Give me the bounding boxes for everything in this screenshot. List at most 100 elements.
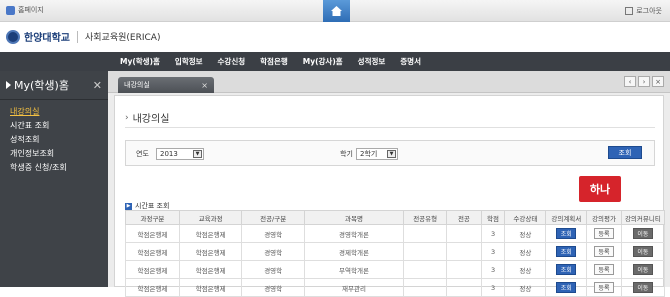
logout-label: 로그아웃: [636, 7, 662, 15]
sidebar-item-timetable[interactable]: 시간표 조회: [10, 119, 98, 133]
tab-close-icon[interactable]: ×: [201, 81, 208, 90]
chevron-down-icon: ▼: [193, 150, 202, 158]
tab-my-classroom[interactable]: 내강의실 ×: [118, 77, 214, 93]
table-row: 학점은행제 학점은행제 경영학 경영학개론 3 정상 조회 등록 이동: [125, 224, 666, 243]
cell-credit: 3: [480, 224, 506, 243]
cell-process: 학점은행제: [125, 242, 180, 261]
close-icon[interactable]: ✕: [93, 79, 102, 92]
evaluation-register-button[interactable]: 등록: [594, 228, 615, 239]
top-bar: 홈페이지 로그아웃: [0, 0, 670, 22]
tab-bar: 내강의실 × ‹ › ×: [108, 71, 670, 93]
term-select[interactable]: 2학기 ▼: [356, 148, 398, 160]
cell-major-type: [403, 278, 448, 297]
cell-major-type: [403, 260, 448, 279]
cell-evaluation: 등록: [586, 242, 622, 261]
community-go-button[interactable]: 이동: [632, 282, 653, 293]
nav-item-grades[interactable]: 성적정보: [358, 56, 386, 67]
nav-item-registration[interactable]: 수강신청: [218, 56, 246, 67]
sidebar-title: My(학생)홈: [6, 77, 69, 93]
cell-community: 이동: [620, 224, 666, 243]
cell-subject: 경영학개론: [303, 224, 405, 243]
community-go-button[interactable]: 이동: [632, 264, 653, 275]
logo-divider: [77, 30, 78, 43]
evaluation-register-button[interactable]: 등록: [594, 282, 615, 293]
cell-syllabus: 조회: [545, 224, 588, 243]
chevron-right-icon: ›: [125, 112, 129, 123]
header: 한양대학교 사회교육원(ERICA): [0, 22, 670, 52]
cell-evaluation: 등록: [586, 278, 622, 297]
cell-syllabus: 조회: [545, 260, 588, 279]
cell-status: 정상: [504, 278, 547, 297]
cell-course: 학점은행제: [178, 242, 243, 261]
syllabus-view-button[interactable]: 조회: [556, 246, 577, 257]
col-syllabus: 강의계획서: [545, 210, 588, 225]
cell-major: 경영학: [241, 278, 305, 297]
sidebar-item-personal-info[interactable]: 개인정보조회: [10, 147, 98, 161]
cell-syllabus: 조회: [545, 242, 588, 261]
tab-navigation: ‹ › ×: [624, 76, 664, 87]
logout-icon: [625, 7, 634, 15]
site-link[interactable]: 홈페이지: [6, 5, 44, 15]
col-subject: 과목명: [303, 210, 405, 225]
cell-status: 정상: [504, 260, 547, 279]
cell-credit: 3: [480, 260, 506, 279]
community-go-button[interactable]: 이동: [632, 228, 653, 239]
cell-course: 학점은행제: [178, 278, 243, 297]
tab-close-all-icon[interactable]: ×: [652, 76, 664, 87]
cell-evaluation: 등록: [586, 260, 622, 279]
cell-process: 학점은행제: [125, 278, 180, 297]
evaluation-register-button[interactable]: 등록: [594, 264, 615, 275]
main-area: 내강의실 × ‹ › × › 내강의실 연도 2013 ▼ 학기 2학기 ▼ 조…: [108, 71, 670, 297]
tab-label: 내강의실: [124, 81, 150, 89]
logout-link[interactable]: 로그아웃: [625, 6, 662, 16]
cell-major-type: [403, 224, 448, 243]
tab-next-icon[interactable]: ›: [638, 76, 650, 87]
site-icon: [6, 5, 15, 15]
col-major-field: 전공: [446, 210, 482, 225]
cell-course: 학점은행제: [178, 260, 243, 279]
cell-major: 경영학: [241, 224, 305, 243]
sidebar-item-student-card[interactable]: 학생증 신청/조회: [10, 161, 98, 175]
syllabus-view-button[interactable]: 조회: [556, 264, 577, 275]
site-label: 홈페이지: [18, 6, 44, 14]
sidebar-title-text: My(학생)홈: [14, 79, 69, 92]
title-divider: [125, 127, 655, 128]
nav-item-credit-bank[interactable]: 학점은행: [260, 56, 288, 67]
search-panel: 연도 2013 ▼ 학기 2학기 ▼ 조회: [125, 140, 655, 166]
triangle-right-icon: [6, 81, 11, 89]
page-title: › 내강의실: [125, 110, 169, 126]
search-button[interactable]: 조회: [608, 146, 642, 159]
cell-status: 정상: [504, 242, 547, 261]
university-logo[interactable]: 한양대학교 사회교육원(ERICA): [6, 29, 160, 44]
tab-prev-icon[interactable]: ‹: [624, 76, 636, 87]
sidebar: My(학생)홈 ✕ 내강의실 시간표 조회 성적조회 개인정보조회 학생증 신청…: [0, 71, 108, 287]
community-go-button[interactable]: 이동: [632, 246, 653, 257]
col-evaluation: 강의평가: [586, 210, 622, 225]
cell-subject: 경제학개론: [303, 242, 405, 261]
sidebar-menu: 내강의실 시간표 조회 성적조회 개인정보조회 학생증 신청/조회: [0, 100, 108, 180]
syllabus-view-button[interactable]: 조회: [556, 228, 577, 239]
nav-item-certificates[interactable]: 증명서: [400, 56, 421, 67]
evaluation-register-button[interactable]: 등록: [594, 246, 615, 257]
university-emblem-icon: [6, 29, 20, 44]
cell-major: 경영학: [241, 260, 305, 279]
school-name: 사회교육원(ERICA): [85, 33, 161, 43]
cell-subject: 무역학개론: [303, 260, 405, 279]
nav-item-instructor-home[interactable]: My(강사)홈: [303, 56, 343, 67]
annotation-badge: 하나: [579, 176, 621, 202]
term-select-value: 2학기: [360, 150, 378, 158]
nav-item-student-home[interactable]: My(학생)홈: [120, 56, 160, 67]
cell-major-field: [446, 260, 482, 279]
section-bullet-icon: ▶: [125, 202, 132, 210]
year-select[interactable]: 2013 ▼: [156, 148, 204, 160]
sidebar-item-grades[interactable]: 성적조회: [10, 133, 98, 147]
sidebar-item-my-classroom[interactable]: 내강의실: [10, 105, 98, 119]
table-row: 학점은행제 학점은행제 경영학 재무관리 3 정상 조회 등록 이동: [125, 278, 666, 297]
nav-item-admission[interactable]: 입학정보: [175, 56, 203, 67]
cell-status: 정상: [504, 224, 547, 243]
timetable-table: 과정구분 교육과정 전공/구분 과목명 전공유형 전공 학점 수강상태 강의계획…: [125, 210, 666, 297]
table-row: 학점은행제 학점은행제 경영학 경제학개론 3 정상 조회 등록 이동: [125, 242, 666, 261]
cell-credit: 3: [480, 242, 506, 261]
syllabus-view-button[interactable]: 조회: [556, 282, 577, 293]
home-button[interactable]: [323, 0, 350, 22]
